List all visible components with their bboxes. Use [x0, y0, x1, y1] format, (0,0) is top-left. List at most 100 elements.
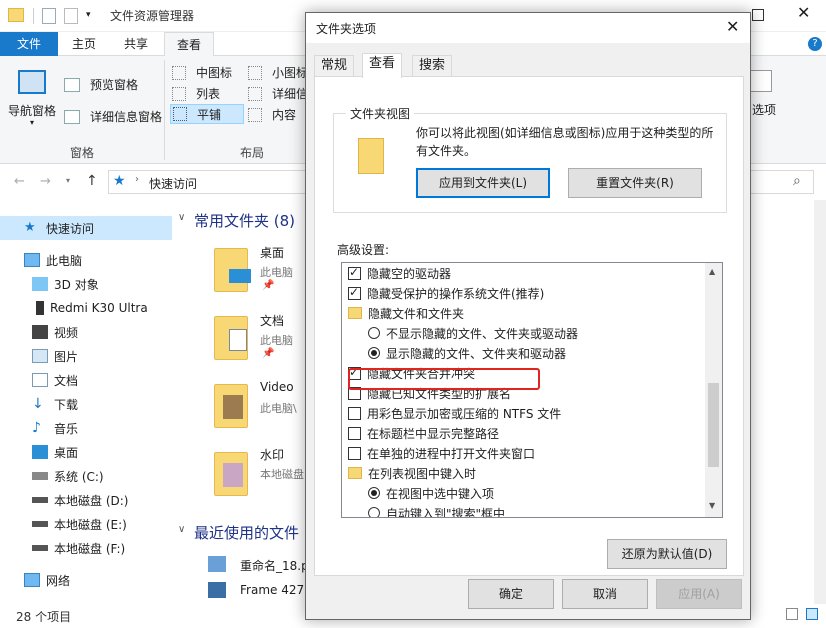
radio-button[interactable] — [368, 347, 380, 359]
advanced-settings-list[interactable]: 自动键入到"搜索"框中 在视图中选中键入项 在列表视图中键入时 在单独的进程中打开文件… — [341, 262, 723, 518]
radio-button[interactable] — [368, 327, 380, 339]
folder-icon[interactable] — [214, 384, 248, 428]
qat-dropdown-icon[interactable]: ▾ — [86, 10, 91, 20]
folder-name[interactable]: 水印 — [260, 446, 284, 463]
folder-icon[interactable] — [214, 316, 248, 360]
checkbox[interactable] — [348, 446, 361, 460]
apply-button[interactable]: 应用(A) — [656, 579, 742, 609]
nav-item-desktop[interactable]: 桌面 — [0, 440, 172, 464]
checkbox[interactable] — [348, 265, 361, 280]
maximize-icon[interactable] — [752, 9, 764, 21]
folder-icon[interactable] — [214, 452, 248, 496]
nav-item-documents[interactable]: 文档 — [0, 368, 172, 392]
tiles-option[interactable]: 平铺 — [170, 104, 244, 124]
pin-icon[interactable]: 📌 — [262, 280, 274, 291]
scroll-thumb[interactable] — [708, 383, 719, 467]
tab-file[interactable]: 文件 — [0, 32, 58, 56]
dialog-close-icon[interactable]: ✕ — [726, 17, 739, 36]
recent-file-name[interactable]: Frame 4273 — [240, 583, 312, 597]
nav-pane-icon[interactable] — [18, 70, 46, 94]
setting-row[interactable]: 自动键入到"搜索"框中 — [342, 503, 704, 517]
nav-item-pictures[interactable]: 图片 — [0, 344, 172, 368]
setting-row[interactable]: 显示隐藏的文件、文件夹和驱动器 — [342, 343, 704, 363]
setting-row[interactable]: 在列表视图中键入时 — [342, 463, 704, 483]
tab-general[interactable]: 常规 — [314, 55, 355, 77]
pin-icon[interactable]: 📌 — [262, 348, 274, 359]
search-icon[interactable]: ⌕ — [793, 173, 801, 189]
large-icons-view-icon[interactable] — [806, 608, 818, 620]
medium-icons-option[interactable]: 中图标 — [172, 64, 232, 81]
tab-view[interactable]: 查看 — [164, 32, 215, 56]
restore-defaults-button[interactable]: 还原为默认值(D) — [607, 539, 727, 569]
tab-view-dialog[interactable]: 查看 — [362, 53, 403, 78]
details-pane-button[interactable]: 详细信息窗格 — [64, 108, 162, 125]
tab-share[interactable]: 共享 — [112, 32, 160, 56]
recent-file-name[interactable]: 重命名_18.p — [240, 557, 309, 574]
nav-pane-button[interactable]: 导航窗格 — [8, 102, 56, 119]
details-option[interactable]: 详细信 — [248, 85, 308, 102]
content-scrollbar[interactable] — [814, 200, 826, 604]
options-icon[interactable] — [748, 70, 772, 92]
checkbox[interactable] — [348, 285, 361, 300]
nav-item-network[interactable]: 网络 — [0, 568, 172, 592]
setting-label: 在视图中选中键入项 — [386, 486, 495, 501]
properties-icon[interactable] — [42, 8, 56, 24]
setting-row[interactable]: 在视图中选中键入项 — [342, 483, 704, 503]
up-icon[interactable]: ↑ — [86, 173, 98, 189]
forward-icon[interactable]: → — [40, 174, 51, 189]
recent-dropdown-icon[interactable]: ▾ — [66, 176, 70, 185]
nav-item-drive-c[interactable]: 系统 (C:) — [0, 464, 172, 488]
radio-button[interactable] — [368, 487, 380, 499]
chevron-down-icon[interactable]: ∨ — [178, 524, 185, 535]
scroll-down-icon[interactable]: ▼ — [709, 501, 715, 510]
details-view-icon[interactable] — [786, 608, 798, 620]
apply-to-folders-button[interactable]: 应用到文件夹(L) — [416, 168, 550, 198]
setting-row[interactable]: 在标题栏中显示完整路径 — [342, 423, 704, 443]
nav-item-music[interactable]: ♪ 音乐 — [0, 416, 172, 440]
nav-pane-dropdown-icon[interactable]: ▾ — [30, 118, 34, 127]
nav-item-quick-access[interactable]: ★ 快速访问 — [0, 216, 172, 240]
nav-item-downloads[interactable]: ↓ 下载 — [0, 392, 172, 416]
nav-item-this-pc[interactable]: 此电脑 — [0, 248, 172, 272]
small-icons-option[interactable]: 小图标 — [248, 64, 308, 81]
checkbox[interactable] — [348, 426, 361, 440]
nav-item-videos[interactable]: 视频 — [0, 320, 172, 344]
close-icon[interactable]: ✕ — [797, 3, 810, 22]
list-option[interactable]: 列表 — [172, 85, 220, 102]
checkbox[interactable] — [348, 406, 361, 420]
reset-folders-button[interactable]: 重置文件夹(R) — [568, 168, 702, 198]
setting-row[interactable]: 隐藏受保护的操作系统文件(推荐) — [342, 283, 704, 303]
setting-row[interactable]: 用彩色显示加密或压缩的 NTFS 文件 — [342, 403, 704, 423]
folder-name[interactable]: 桌面 — [260, 244, 284, 261]
folder-icon[interactable] — [214, 248, 251, 292]
setting-row[interactable]: 隐藏空的驱动器 — [342, 263, 704, 283]
content-option[interactable]: 内容 — [248, 106, 296, 123]
radio-button[interactable] — [368, 507, 380, 517]
chevron-right-icon[interactable]: › — [135, 174, 139, 185]
folder-name[interactable]: Video — [260, 380, 294, 394]
nav-item-3d-objects[interactable]: 3D 对象 — [0, 272, 172, 296]
settings-scrollbar[interactable]: ▲ ▼ — [705, 263, 722, 517]
preview-pane-button[interactable]: 预览窗格 — [64, 76, 138, 93]
back-icon[interactable]: ← — [14, 174, 25, 189]
options-button[interactable]: 选项 — [752, 101, 776, 118]
ok-button[interactable]: 确定 — [468, 579, 554, 609]
cancel-button[interactable]: 取消 — [562, 579, 648, 609]
nav-item-phone[interactable]: Redmi K30 Ultra — [0, 296, 172, 320]
chevron-down-icon[interactable]: ∨ — [178, 212, 185, 223]
frequent-folders-title[interactable]: 常用文件夹 (8) — [194, 210, 295, 231]
help-icon[interactable]: ? — [808, 37, 822, 51]
setting-row[interactable]: 在单独的进程中打开文件夹窗口 — [342, 443, 704, 463]
scroll-up-icon[interactable]: ▲ — [709, 267, 715, 276]
tab-home[interactable]: 主页 — [60, 32, 108, 56]
breadcrumb[interactable]: 快速访问 — [149, 175, 197, 192]
nav-item-drive-e[interactable]: 本地磁盘 (E:) — [0, 512, 172, 536]
folder-name[interactable]: 文档 — [260, 312, 284, 329]
recent-files-title[interactable]: 最近使用的文件 ( — [194, 522, 310, 543]
nav-item-drive-d[interactable]: 本地磁盘 (D:) — [0, 488, 172, 512]
tab-search[interactable]: 搜索 — [412, 55, 453, 77]
nav-item-drive-f[interactable]: 本地磁盘 (F:) — [0, 536, 172, 560]
new-folder-icon[interactable] — [64, 8, 78, 24]
setting-row[interactable]: 隐藏文件和文件夹 — [342, 303, 704, 323]
setting-row[interactable]: 不显示隐藏的文件、文件夹或驱动器 — [342, 323, 704, 343]
